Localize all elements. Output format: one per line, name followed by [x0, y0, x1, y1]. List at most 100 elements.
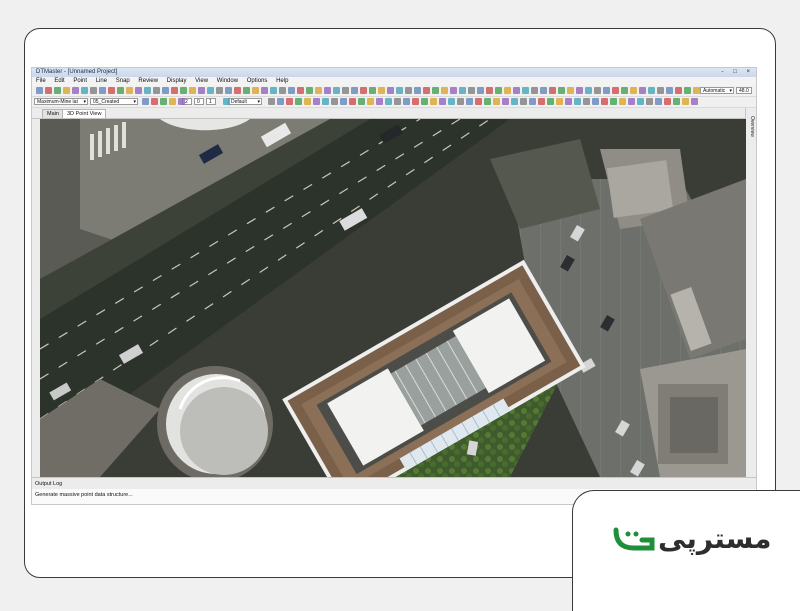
toolbar-button[interactable]: [126, 87, 133, 94]
field-b[interactable]: 0: [194, 98, 204, 105]
toolbar-button[interactable]: [693, 87, 700, 94]
toolbar-button[interactable]: [513, 87, 520, 94]
toolbar-button[interactable]: [223, 98, 230, 105]
menu-review[interactable]: Review: [138, 77, 158, 86]
toolbar-button[interactable]: [358, 98, 365, 105]
toolbar-button[interactable]: [457, 98, 464, 105]
menu-window[interactable]: Window: [217, 77, 238, 86]
toolbar-button[interactable]: [646, 98, 653, 105]
toolbar-button[interactable]: [324, 87, 331, 94]
toolbar-button[interactable]: [151, 98, 158, 105]
toolbar-button[interactable]: [396, 87, 403, 94]
toolbar-button[interactable]: [376, 98, 383, 105]
aerial-3d-viewport[interactable]: [40, 119, 746, 477]
toolbar-button[interactable]: [450, 87, 457, 94]
field-c[interactable]: 1: [206, 98, 216, 105]
toolbar-button[interactable]: [72, 87, 79, 94]
toolbar-button[interactable]: [594, 87, 601, 94]
toolbar-button[interactable]: [439, 98, 446, 105]
toolbar-button[interactable]: [160, 98, 167, 105]
toolbar-button[interactable]: [495, 87, 502, 94]
toolbar-button[interactable]: [547, 98, 554, 105]
toolbar-button[interactable]: [423, 87, 430, 94]
window-controls[interactable]: - □ ×: [722, 69, 754, 76]
toolbar-button[interactable]: [414, 87, 421, 94]
mode-combo[interactable]: Default ▾: [228, 98, 262, 105]
toolbar-button[interactable]: [313, 98, 320, 105]
toolbar-button[interactable]: [360, 87, 367, 94]
toolbar-button[interactable]: [295, 98, 302, 105]
toolbar-button[interactable]: [63, 87, 70, 94]
zoom-combo[interactable]: Automatic ▾: [700, 87, 734, 94]
right-dock-strip[interactable]: Overview: [745, 108, 756, 477]
toolbar-button[interactable]: [576, 87, 583, 94]
toolbar-button[interactable]: [432, 87, 439, 94]
toolbar-button[interactable]: [207, 87, 214, 94]
toolbar-button[interactable]: [297, 87, 304, 94]
toolbar-button[interactable]: [639, 87, 646, 94]
toolbar-button[interactable]: [340, 98, 347, 105]
toolbar-button[interactable]: [421, 98, 428, 105]
toolbar-button[interactable]: [430, 98, 437, 105]
menu-help[interactable]: Help: [276, 77, 288, 86]
class-combo[interactable]: Maximum-Mine lat ▾: [34, 98, 88, 105]
toolbar-button[interactable]: [664, 98, 671, 105]
toolbar-button[interactable]: [367, 98, 374, 105]
menu-options[interactable]: Options: [247, 77, 268, 86]
toolbar-button[interactable]: [234, 87, 241, 94]
toolbar-button[interactable]: [540, 87, 547, 94]
toolbar-button[interactable]: [493, 98, 500, 105]
toolbar-button[interactable]: [504, 87, 511, 94]
toolbar-button[interactable]: [628, 98, 635, 105]
class-combo-secondary[interactable]: 05_Created ▾: [90, 98, 138, 105]
tab-main[interactable]: Main: [42, 109, 64, 118]
toolbar-button[interactable]: [252, 87, 259, 94]
toolbar-button[interactable]: [243, 87, 250, 94]
toolbar-button[interactable]: [342, 87, 349, 94]
toolbar-button[interactable]: [142, 98, 149, 105]
toolbar-button[interactable]: [54, 87, 61, 94]
toolbar-button[interactable]: [117, 87, 124, 94]
toolbar-button[interactable]: [585, 87, 592, 94]
menu-file[interactable]: File: [36, 77, 46, 86]
toolbar-button[interactable]: [459, 87, 466, 94]
toolbar-button[interactable]: [333, 87, 340, 94]
toolbar-button[interactable]: [180, 87, 187, 94]
toolbar-button[interactable]: [529, 98, 536, 105]
toolbar-button[interactable]: [522, 87, 529, 94]
toolbar-button[interactable]: [322, 98, 329, 105]
toolbar-button[interactable]: [349, 98, 356, 105]
toolbar-button[interactable]: [268, 98, 275, 105]
toolbar-button[interactable]: [288, 87, 295, 94]
toolbar-button[interactable]: [270, 87, 277, 94]
toolbar-button[interactable]: [108, 87, 115, 94]
toolbar-button[interactable]: [502, 98, 509, 105]
toolbar-button[interactable]: [394, 98, 401, 105]
toolbar-button[interactable]: [691, 98, 698, 105]
toolbar-button[interactable]: [216, 87, 223, 94]
toolbar-button[interactable]: [538, 98, 545, 105]
toolbar-button[interactable]: [198, 87, 205, 94]
toolbar-button[interactable]: [286, 98, 293, 105]
toolbar-button[interactable]: [144, 87, 151, 94]
toolbar-button[interactable]: [655, 98, 662, 105]
menu-snap[interactable]: Snap: [116, 77, 130, 86]
menu-edit[interactable]: Edit: [54, 77, 64, 86]
toolbar-button[interactable]: [630, 87, 637, 94]
toolbar-button[interactable]: [351, 87, 358, 94]
toolbar-button[interactable]: [306, 87, 313, 94]
toolbar-button[interactable]: [603, 87, 610, 94]
toolbar-button[interactable]: [99, 87, 106, 94]
toolbar-button[interactable]: [369, 87, 376, 94]
menu-point[interactable]: Point: [73, 77, 87, 86]
value-combo[interactable]: 48.0: [736, 87, 752, 94]
toolbar-button[interactable]: [477, 87, 484, 94]
toolbar-button[interactable]: [387, 87, 394, 94]
toolbar-button[interactable]: [657, 87, 664, 94]
toolbar-button[interactable]: [612, 87, 619, 94]
toolbar-button[interactable]: [556, 98, 563, 105]
toolbar-button[interactable]: [171, 87, 178, 94]
toolbar-button[interactable]: [475, 98, 482, 105]
toolbar-button[interactable]: [261, 87, 268, 94]
toolbar-button[interactable]: [648, 87, 655, 94]
